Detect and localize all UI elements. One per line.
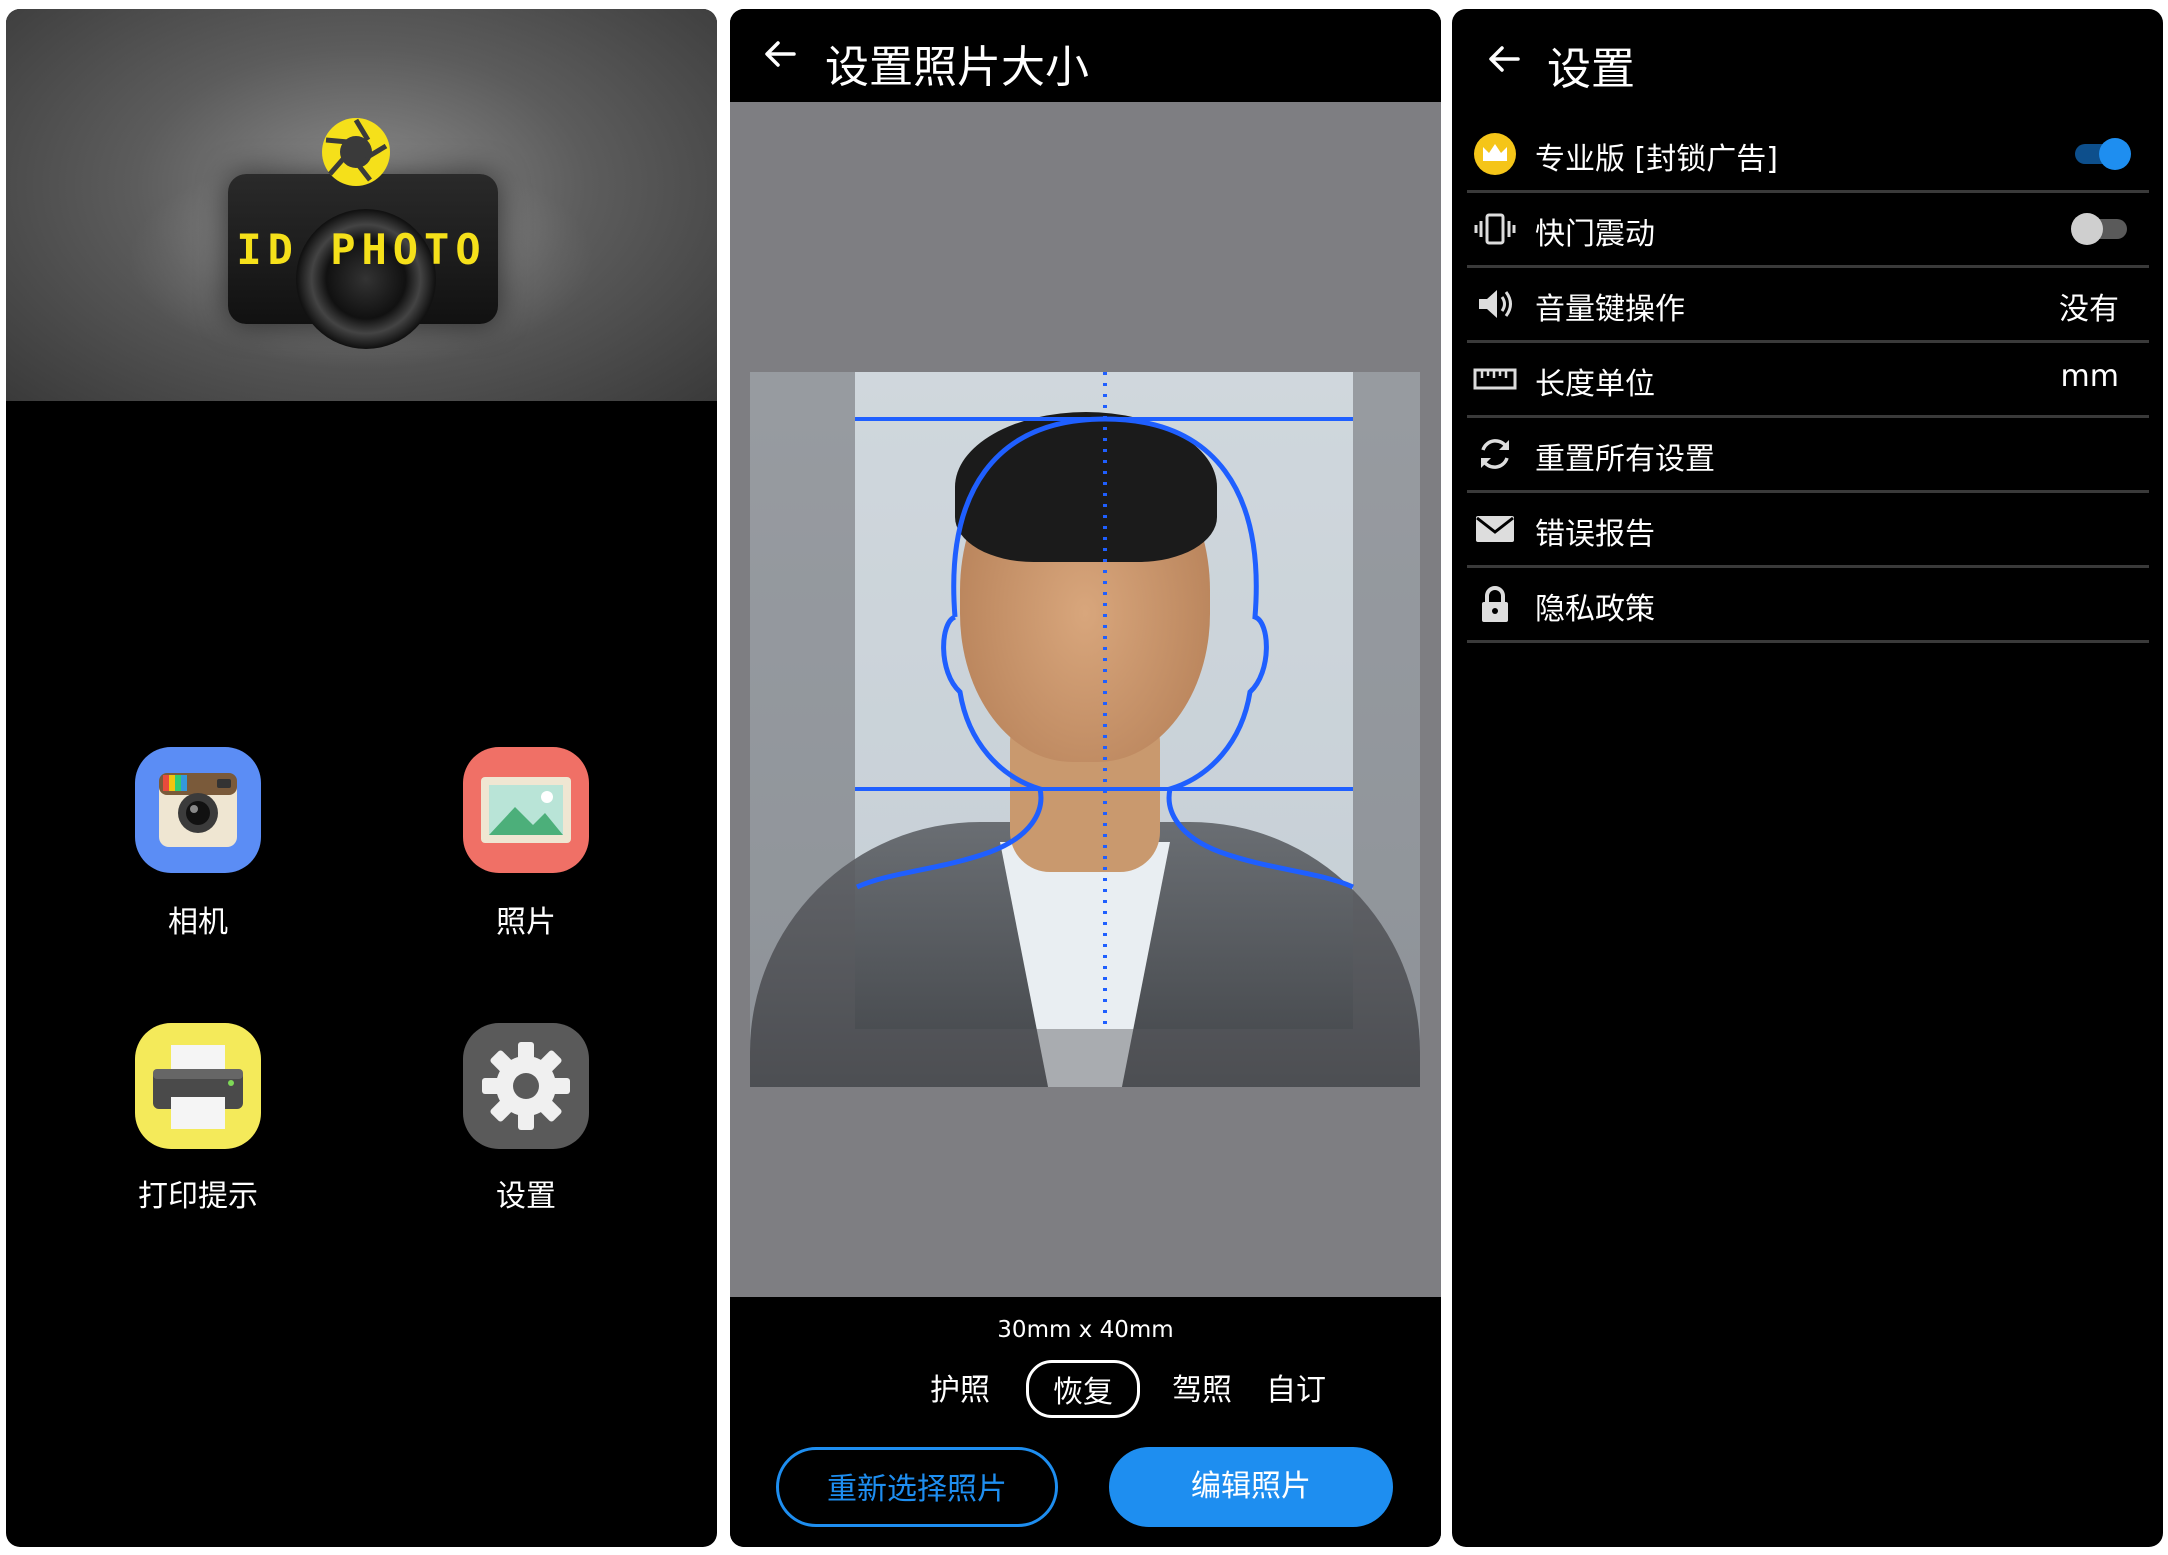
settings-tile[interactable]	[463, 1023, 589, 1149]
pro-toggle[interactable]	[2071, 138, 2131, 170]
size-options-panel: 30mm x 40mm 护照 恢复 驾照 自订 重新选择照片 编辑照片	[730, 1297, 1441, 1547]
printer-icon	[153, 1045, 243, 1129]
page-title: 设置照片大小	[825, 42, 1089, 93]
gear-icon	[482, 1042, 570, 1130]
top-app-bar: 设置照片大小	[730, 9, 1441, 102]
aperture-logo-icon	[322, 118, 390, 186]
settings-row-reset[interactable]: 重置所有设置	[1467, 416, 2149, 493]
photo-size-screen: 设置照片大小 30mm x 40mm 护照 恢复 驾照 自订 重新选择照片 编辑	[730, 9, 1441, 1547]
ruler-icon	[1473, 368, 1517, 390]
print-tips-tile-label: 打印提示	[138, 1179, 258, 1214]
settings-row-privacy[interactable]: 隐私政策	[1467, 566, 2149, 643]
toggle-knob	[2099, 138, 2131, 170]
settings-row-label: 长度单位	[1535, 367, 1655, 402]
page-title: 设置	[1547, 44, 1635, 95]
size-readout: 30mm x 40mm	[997, 1317, 1174, 1343]
settings-row-length-unit[interactable]: 长度单位 mm	[1467, 341, 2149, 418]
mail-icon	[1476, 516, 1514, 542]
settings-row-bug-report[interactable]: 错误报告	[1467, 491, 2149, 568]
camera-tile[interactable]	[135, 747, 261, 873]
toggle-knob	[2071, 213, 2103, 245]
vibration-toggle[interactable]	[2071, 213, 2131, 245]
settings-tile-label: 设置	[496, 1179, 556, 1214]
settings-row-label: 重置所有设置	[1535, 442, 1715, 477]
option-custom[interactable]: 自订	[1266, 1365, 1326, 1409]
settings-screen: 设置 专业版 [封锁广告] 快门震动 音量键操作 没有 长度单位 mm 重置所有…	[1452, 9, 2163, 1547]
edit-photo-button[interactable]: 编辑照片	[1109, 1447, 1393, 1527]
home-screen: ID PHOTO 相机 照片 打印提示 设置	[6, 9, 717, 1547]
settings-row-pro[interactable]: 专业版 [封锁广告]	[1467, 116, 2149, 193]
option-restore[interactable]: 恢复	[1026, 1360, 1140, 1418]
crown-icon	[1474, 133, 1516, 175]
reselect-photo-button[interactable]: 重新选择照片	[776, 1447, 1058, 1527]
back-arrow-icon[interactable]	[1484, 39, 1524, 79]
settings-row-label: 隐私政策	[1535, 592, 1655, 627]
settings-row-label: 音量键操作	[1535, 292, 1685, 327]
settings-row-value: 没有	[2059, 292, 2119, 327]
head-guide-overlay[interactable]	[750, 372, 1420, 1087]
settings-row-value: mm	[2060, 359, 2119, 394]
lock-icon	[1482, 586, 1508, 622]
settings-row-volume-key[interactable]: 音量键操作 没有	[1467, 266, 2149, 343]
vibrate-icon	[1474, 213, 1516, 245]
app-brand-text: ID PHOTO	[236, 225, 487, 274]
gallery-tile-label: 照片	[496, 905, 556, 940]
camera-tile-label: 相机	[168, 905, 228, 940]
option-passport[interactable]: 护照	[930, 1365, 990, 1409]
camera-icon	[159, 773, 237, 847]
option-drivers-license[interactable]: 驾照	[1172, 1365, 1232, 1409]
gallery-icon	[481, 777, 571, 843]
settings-row-label: 错误报告	[1535, 517, 1655, 552]
settings-row-label: 快门震动	[1535, 217, 1655, 252]
back-arrow-icon[interactable]	[760, 34, 800, 74]
volume-icon	[1479, 290, 1512, 318]
print-tips-tile[interactable]	[135, 1023, 261, 1149]
hero-banner: ID PHOTO	[6, 9, 717, 401]
settings-row-vibration[interactable]: 快门震动	[1467, 191, 2149, 268]
gallery-tile[interactable]	[463, 747, 589, 873]
photo-stage	[730, 102, 1441, 1297]
reset-icon	[1481, 439, 1509, 469]
settings-row-label: 专业版 [封锁广告]	[1535, 142, 1778, 177]
head-outline	[855, 416, 1355, 890]
